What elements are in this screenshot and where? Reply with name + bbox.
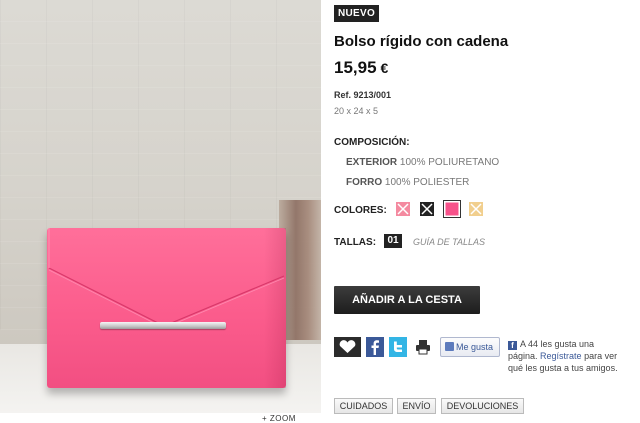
price-currency: € bbox=[380, 60, 389, 76]
thumbs-up-icon bbox=[445, 342, 454, 351]
facebook-like-button[interactable]: Me gusta bbox=[440, 337, 500, 357]
metal-clasp-bar bbox=[100, 322, 226, 329]
lining-label: FORRO bbox=[346, 177, 383, 188]
wishlist-heart-button[interactable] bbox=[334, 337, 361, 357]
exterior-label: EXTERIOR bbox=[346, 157, 398, 168]
facebook-like-info: fA 44 les gusta una página. Regístrate p… bbox=[508, 338, 620, 374]
tab-envio[interactable]: ENVÍO bbox=[397, 398, 436, 414]
size-guide-link[interactable]: GUÍA DE TALLAS bbox=[413, 237, 485, 247]
tab-cuidados[interactable]: CUIDADOS bbox=[334, 398, 393, 414]
color-swatch-black[interactable] bbox=[420, 202, 434, 216]
like-label: Me gusta bbox=[456, 342, 494, 352]
composition-label: COMPOSICIÓN: bbox=[334, 137, 410, 148]
print-button[interactable] bbox=[413, 337, 433, 357]
product-dimensions: 20 x 24 x 5 bbox=[334, 106, 379, 116]
color-swatch-fuchsia-selected[interactable] bbox=[443, 200, 461, 218]
color-swatch-pink-light[interactable] bbox=[396, 202, 410, 216]
heart-icon bbox=[339, 340, 356, 353]
printer-icon bbox=[416, 340, 430, 355]
facebook-share-button[interactable] bbox=[366, 337, 384, 357]
tab-devoluciones[interactable]: DEVOLUCIONES bbox=[441, 398, 524, 414]
colors-label: COLORES: bbox=[334, 205, 387, 216]
facebook-mini-icon: f bbox=[508, 341, 517, 350]
product-title: Bolso rígido con cadena bbox=[334, 33, 509, 50]
size-option-01[interactable]: 01 bbox=[384, 234, 402, 248]
new-badge: NUEVO bbox=[334, 5, 380, 22]
facebook-icon bbox=[371, 340, 379, 355]
twitter-icon bbox=[394, 341, 402, 352]
lining-value: 100% POLIESTER bbox=[384, 177, 470, 188]
add-to-cart-button[interactable]: AÑADIR A LA CESTA bbox=[334, 286, 480, 314]
exterior-value: 100% POLIURETANO bbox=[399, 157, 500, 168]
zoom-link[interactable]: + ZOOM bbox=[262, 414, 296, 423]
composition-exterior: EXTERIOR 100% POLIURETANO bbox=[346, 157, 499, 168]
product-reference: Ref. 9213/001 bbox=[334, 90, 392, 100]
fb-register-link[interactable]: Regístrate bbox=[540, 351, 582, 361]
sizes-label: TALLAS: bbox=[334, 237, 377, 248]
product-image[interactable] bbox=[0, 0, 321, 413]
twitter-share-button[interactable] bbox=[389, 337, 407, 357]
clutch-bag bbox=[47, 228, 286, 388]
bag-flap-lines bbox=[48, 228, 285, 329]
color-swatch-beige[interactable] bbox=[469, 202, 483, 216]
price-value: 15,95 bbox=[334, 58, 377, 77]
product-price: 15,95 € bbox=[334, 58, 388, 78]
composition-lining: FORRO 100% POLIESTER bbox=[346, 177, 469, 188]
